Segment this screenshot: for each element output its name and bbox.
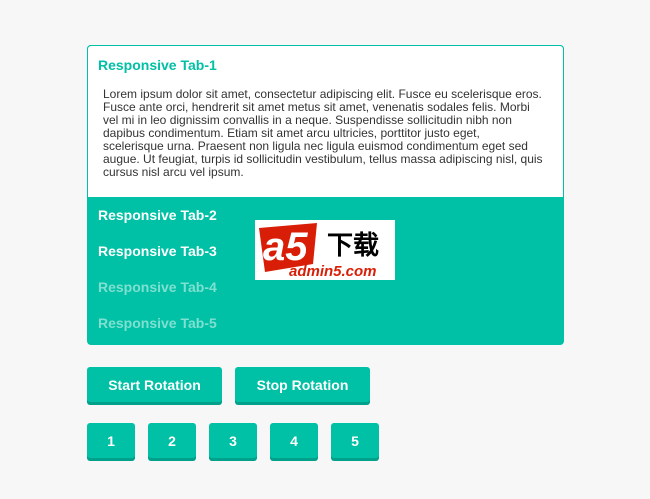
tab-5[interactable]: Responsive Tab-5 [98, 315, 217, 331]
tab-2[interactable]: Responsive Tab-2 [98, 207, 217, 223]
tabs-widget: Responsive Tab-1 Lorem ipsum dolor sit a… [87, 45, 564, 345]
tab-panel-1: Responsive Tab-1 Lorem ipsum dolor sit a… [87, 45, 564, 198]
page-1-button[interactable]: 1 [87, 423, 135, 458]
stop-rotation-button[interactable]: Stop Rotation [235, 367, 370, 402]
page-5-button[interactable]: 5 [331, 423, 379, 458]
tab-4[interactable]: Responsive Tab-4 [98, 279, 217, 295]
tab-panel-text: Lorem ipsum dolor sit amet, consectetur … [103, 87, 543, 179]
tab-3[interactable]: Responsive Tab-3 [98, 243, 217, 259]
admin5-logo-icon: a5 下载 admin5.com [259, 223, 379, 280]
admin5-logo: a5 下载 admin5.com [255, 220, 395, 280]
page-2-button[interactable]: 2 [148, 423, 196, 458]
page-4-button[interactable]: 4 [270, 423, 318, 458]
logo-domain: admin5.com [289, 263, 377, 280]
page-3-button[interactable]: 3 [209, 423, 257, 458]
logo-tagline: 下载 [327, 231, 379, 261]
tab-1-title[interactable]: Responsive Tab-1 [98, 57, 217, 73]
start-rotation-button[interactable]: Start Rotation [87, 367, 222, 402]
